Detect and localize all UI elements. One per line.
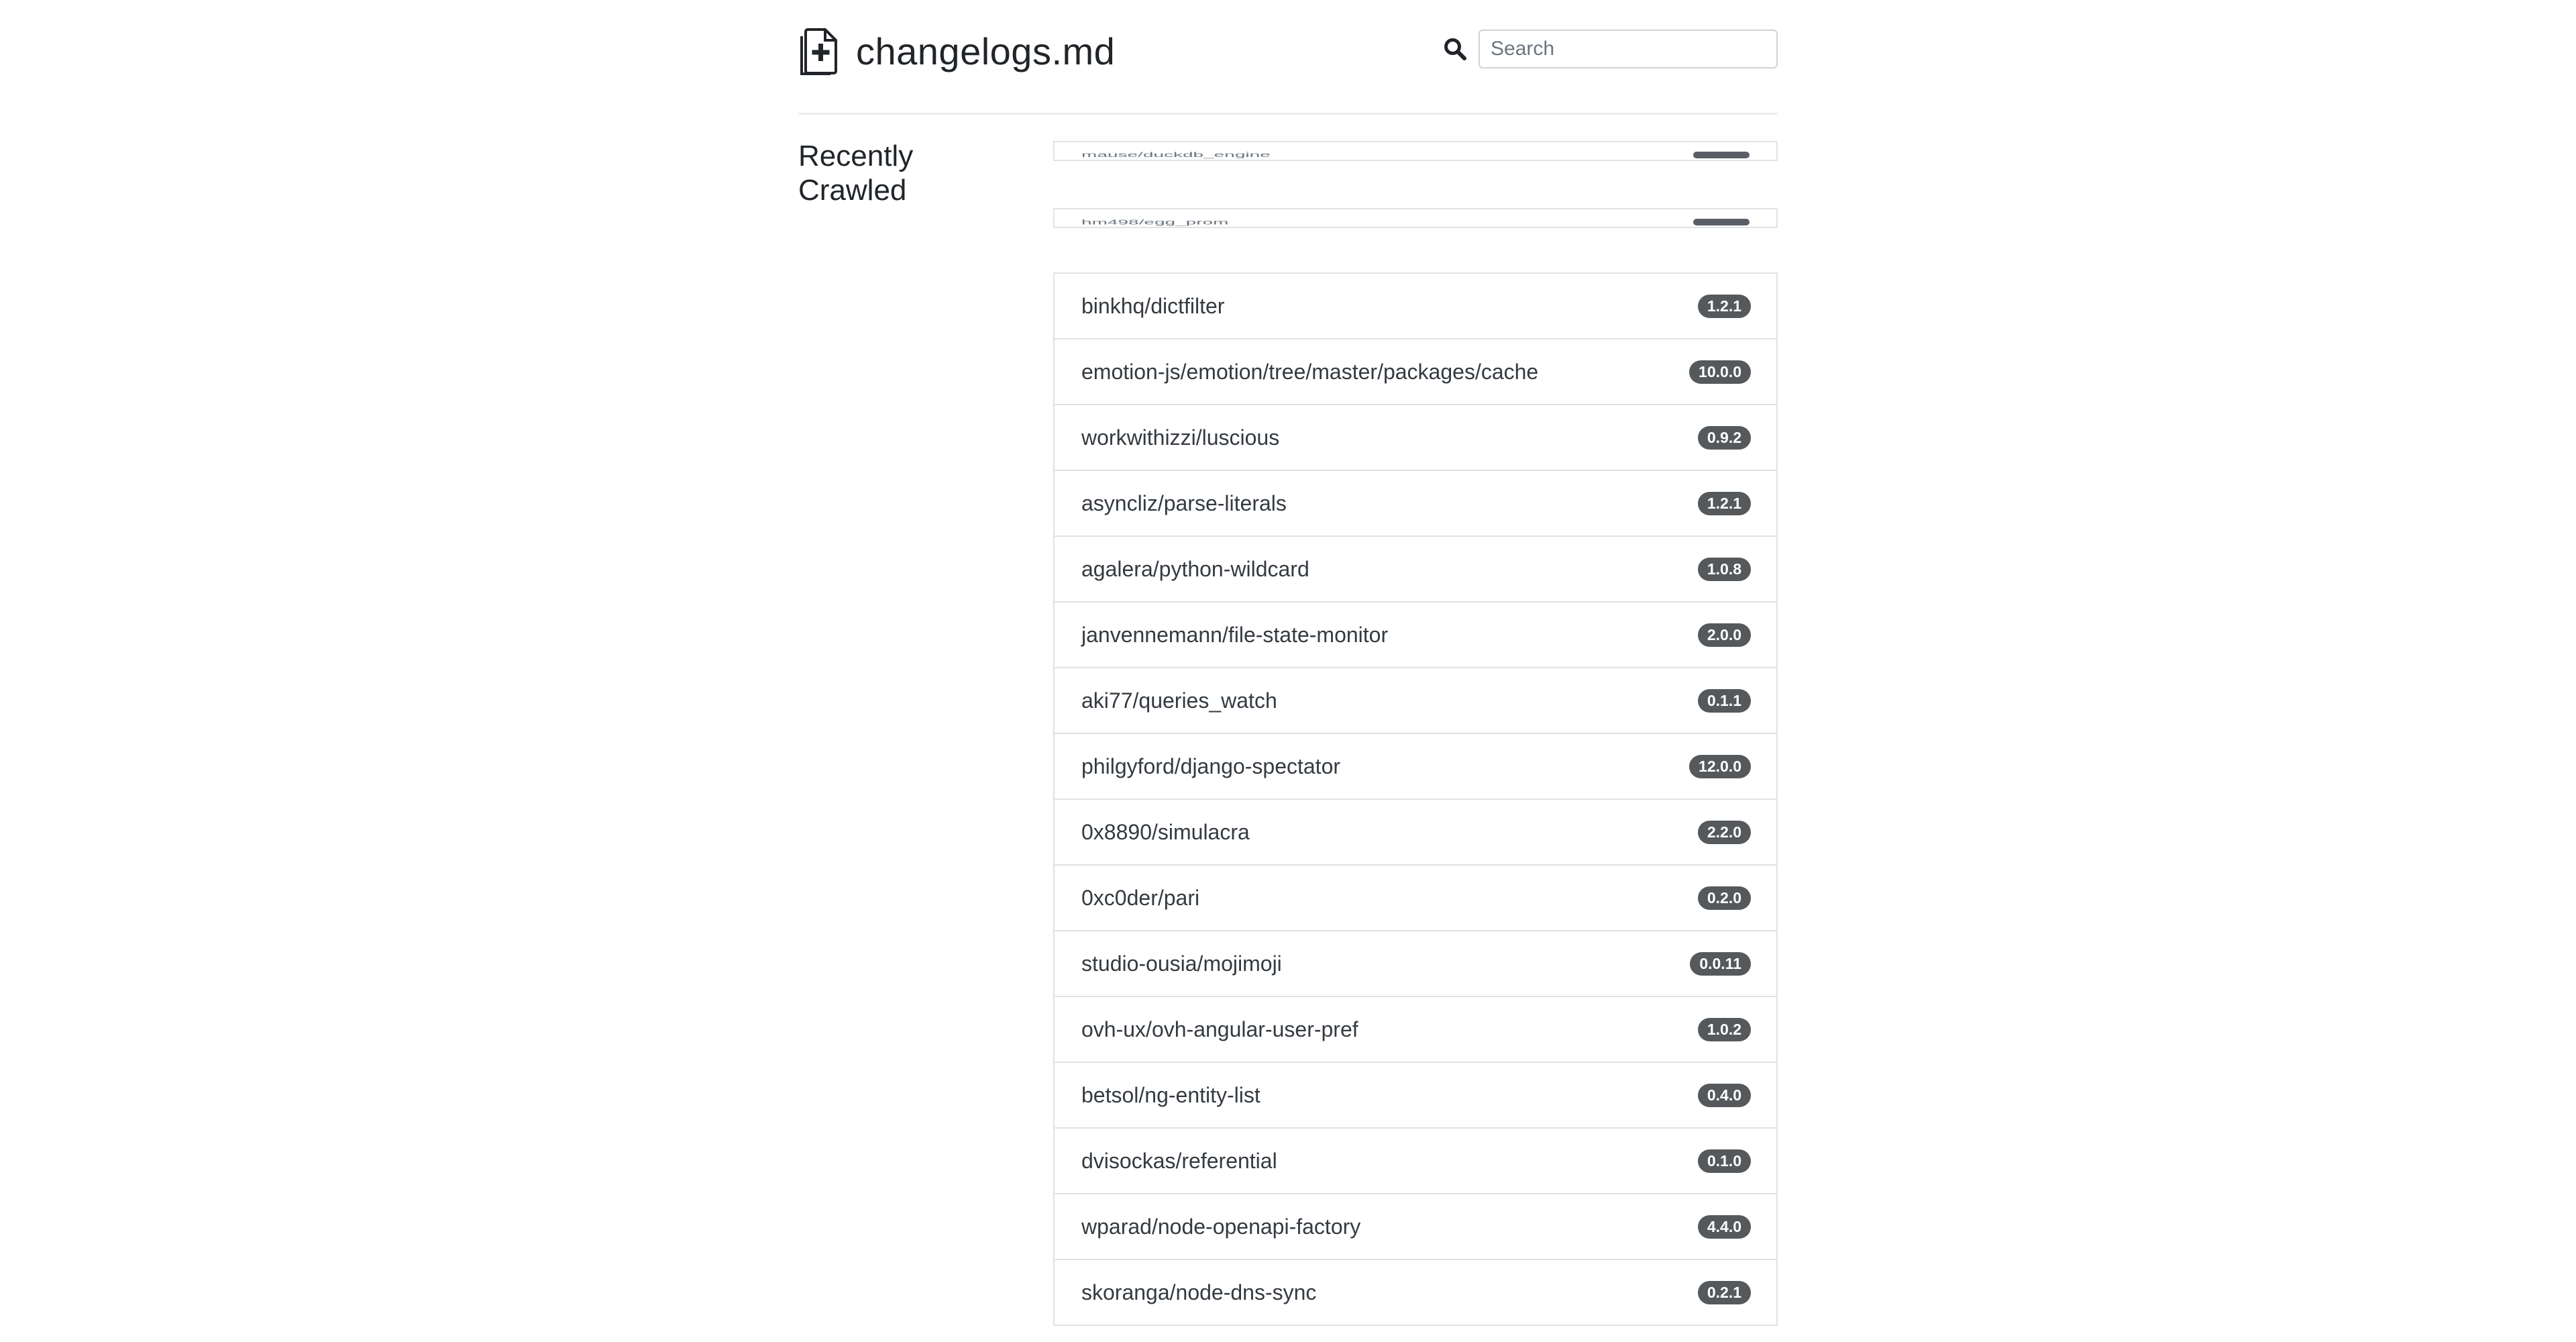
package-name: 0xc0der/pari bbox=[1081, 885, 1200, 910]
version-badge: 0.2.1 bbox=[1697, 1280, 1751, 1304]
package-name: wparad/node-openapi-factory bbox=[1081, 1214, 1361, 1239]
package-name: skoranga/node-dns-sync bbox=[1081, 1280, 1317, 1304]
ghost-item-name: hm498/egg_prom bbox=[1081, 218, 1229, 226]
version-badge: 0.4.0 bbox=[1697, 1083, 1751, 1107]
list-item[interactable]: asyncliz/parse-literals 1.2.1 bbox=[1053, 471, 1778, 537]
version-badge: 0.2.0 bbox=[1697, 886, 1751, 910]
list-item[interactable]: aki77/queries_watch 0.1.1 bbox=[1053, 668, 1778, 734]
package-name: janvennemann/file-state-monitor bbox=[1081, 622, 1389, 647]
list-item[interactable]: 0xc0der/pari 0.2.0 bbox=[1053, 866, 1778, 931]
package-name: dvisockas/referential bbox=[1081, 1148, 1277, 1173]
version-badge: 2.2.0 bbox=[1697, 820, 1751, 844]
ghost-list-item[interactable]: hm498/egg_prom 1.4.0 bbox=[1053, 208, 1778, 228]
package-name: emotion-js/emotion/tree/master/packages/… bbox=[1081, 359, 1539, 384]
ghost-list-item[interactable]: mause/duckdb_engine 0.1.7 bbox=[1053, 141, 1778, 161]
list-item[interactable]: skoranga/node-dns-sync 0.2.1 bbox=[1053, 1260, 1778, 1326]
version-badge: 0.1.0 bbox=[1697, 1149, 1751, 1173]
version-badge: 0.9.2 bbox=[1697, 425, 1751, 450]
package-name: 0x8890/simulacra bbox=[1081, 819, 1250, 844]
version-badge: 12.0.0 bbox=[1689, 754, 1751, 778]
recently-crawled-list-area: mause/duckdb_engine 0.1.7 hm498/egg_prom 1.… bbox=[1053, 141, 1778, 1326]
version-badge: 2.0.0 bbox=[1697, 623, 1751, 647]
brand-link[interactable]: changelogs.md bbox=[798, 27, 1115, 75]
package-name: aki77/queries_watch bbox=[1081, 688, 1277, 713]
recently-crawled-list: binkhq/dictfilter 1.2.1 emotion-js/emotion… bbox=[1053, 272, 1778, 1326]
site-header: changelogs.md bbox=[798, 0, 1778, 115]
list-item[interactable]: ovh-ux/ovh-angular-user-pref 1.0.2 bbox=[1053, 997, 1778, 1063]
list-item[interactable]: workwithizzi/luscious 0.9.2 bbox=[1053, 405, 1778, 471]
file-plus-icon bbox=[800, 28, 837, 75]
version-badge: 1.0.8 bbox=[1697, 557, 1751, 581]
site-title: changelogs.md bbox=[856, 30, 1116, 72]
version-badge: 1.2.1 bbox=[1697, 294, 1751, 318]
package-name: agalera/python-wildcard bbox=[1081, 556, 1309, 581]
list-item[interactable]: 0x8890/simulacra 2.2.0 bbox=[1053, 800, 1778, 866]
ghost-version-badge: 1.4.0 bbox=[1693, 219, 1750, 225]
list-item[interactable]: philgyford/django-spectator 12.0.0 bbox=[1053, 734, 1778, 800]
page-container: changelogs.md Recently Crawled mause/duc… bbox=[798, 0, 1778, 1326]
version-badge: 10.0.0 bbox=[1689, 360, 1751, 384]
package-name: studio-ousia/mojimoji bbox=[1081, 951, 1282, 976]
package-name: philgyford/django-spectator bbox=[1081, 754, 1341, 778]
package-name: asyncliz/parse-literals bbox=[1081, 491, 1287, 515]
version-badge: 0.0.11 bbox=[1690, 951, 1751, 976]
list-item[interactable]: agalera/python-wildcard 1.0.8 bbox=[1053, 537, 1778, 603]
list-item[interactable]: wparad/node-openapi-factory 4.4.0 bbox=[1053, 1194, 1778, 1260]
list-item[interactable]: studio-ousia/mojimoji 0.0.11 bbox=[1053, 931, 1778, 997]
ghost-item-name: mause/duckdb_engine bbox=[1081, 151, 1271, 159]
section-title: Recently Crawled bbox=[798, 140, 914, 207]
version-badge: 1.0.2 bbox=[1697, 1017, 1751, 1041]
package-name: betsol/ng-entity-list bbox=[1081, 1082, 1260, 1107]
list-item[interactable]: dvisockas/referential 0.1.0 bbox=[1053, 1129, 1778, 1194]
version-badge: 0.1.1 bbox=[1697, 688, 1751, 713]
version-badge: 1.2.1 bbox=[1697, 491, 1751, 515]
list-item[interactable]: betsol/ng-entity-list 0.4.0 bbox=[1053, 1063, 1778, 1129]
ghost-version-badge: 0.1.7 bbox=[1693, 152, 1750, 158]
package-name: workwithizzi/luscious bbox=[1081, 425, 1280, 450]
list-item[interactable]: emotion-js/emotion/tree/master/packages/… bbox=[1053, 340, 1778, 405]
package-name: binkhq/dictfilter bbox=[1081, 293, 1225, 318]
animating-ghost-list: mause/duckdb_engine 0.1.7 hm498/egg_prom 1.… bbox=[1053, 141, 1778, 228]
search-bar bbox=[1443, 30, 1778, 68]
version-badge: 4.4.0 bbox=[1697, 1215, 1751, 1239]
search-icon[interactable] bbox=[1443, 37, 1467, 61]
package-name: ovh-ux/ovh-angular-user-pref bbox=[1081, 1017, 1358, 1041]
list-item[interactable]: binkhq/dictfilter 1.2.1 bbox=[1053, 274, 1778, 340]
search-input[interactable] bbox=[1479, 30, 1778, 68]
list-item[interactable]: janvennemann/file-state-monitor 2.0.0 bbox=[1053, 603, 1778, 668]
